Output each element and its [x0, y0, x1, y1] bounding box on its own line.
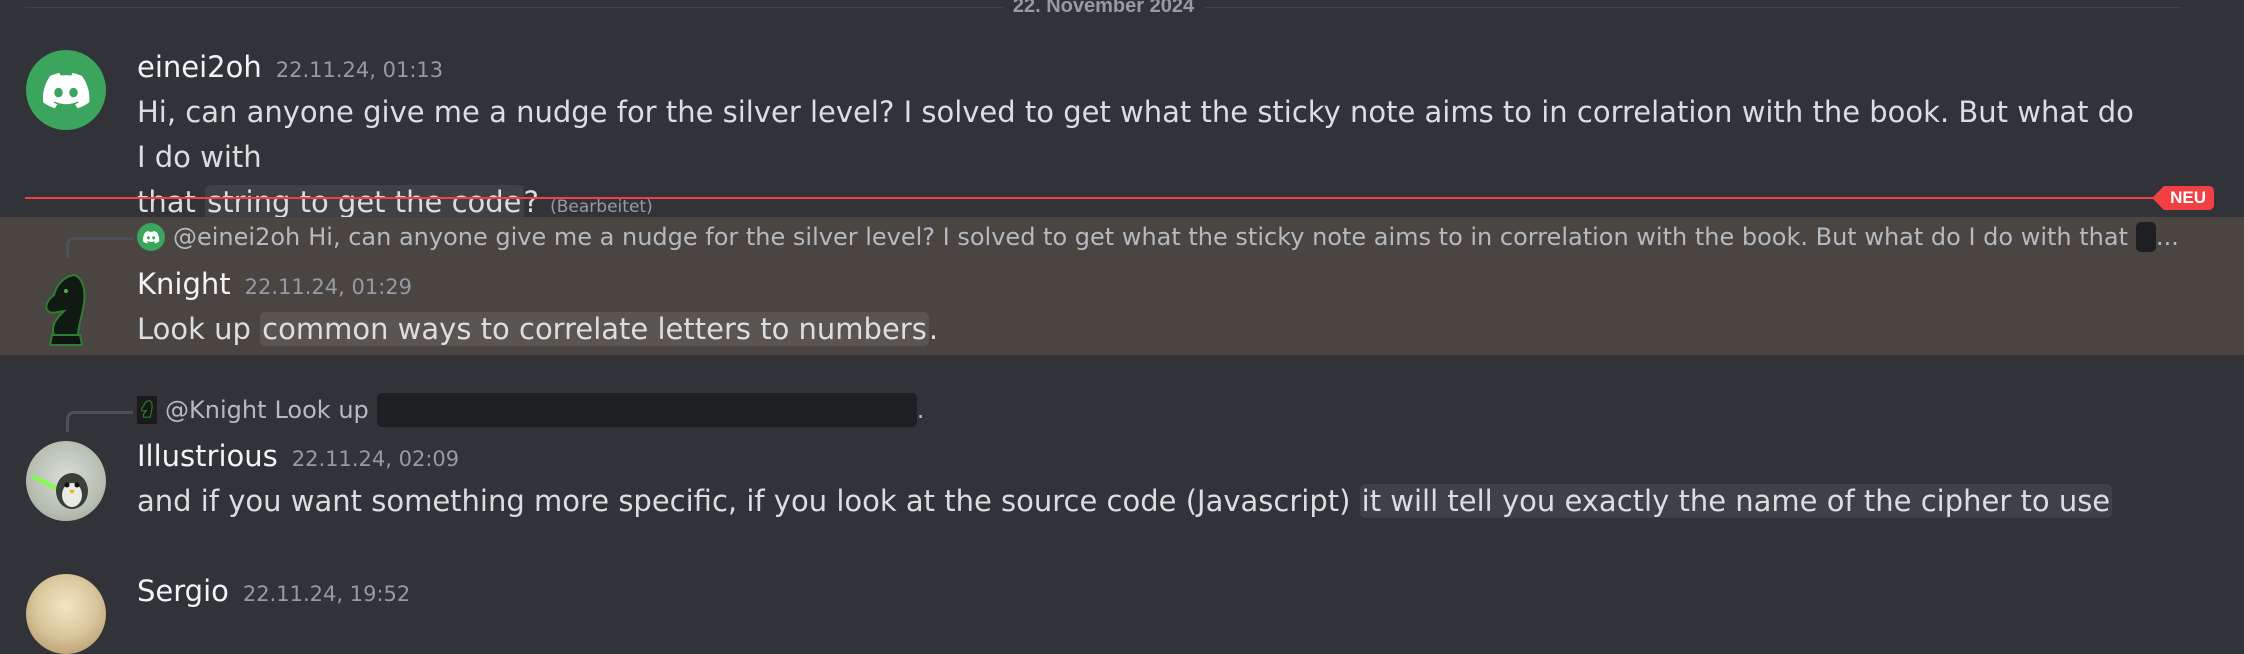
- message-einei2oh[interactable]: einei2oh 22.11.24, 01:13 Hi, can anyone …: [0, 50, 2244, 219]
- avatar[interactable]: [26, 441, 106, 521]
- avatar[interactable]: [30, 269, 102, 349]
- message-illustrious[interactable]: @Knight Look up . Illustrious 22.11.24, …: [0, 393, 2244, 533]
- edited-indicator: (Bearbeitet): [550, 197, 653, 217]
- username[interactable]: Illustrious: [137, 439, 278, 473]
- reply-ellipsis: ...: [2156, 223, 2179, 251]
- new-messages-badge: NEU: [2152, 186, 2214, 210]
- message-text-prefix: and if you want something more specific,…: [137, 484, 1360, 518]
- timestamp[interactable]: 22.11.24, 19:52: [243, 582, 410, 606]
- reply-suffix: .: [916, 396, 925, 424]
- reply-text: Look up: [274, 396, 369, 424]
- message-text-line1: Hi, can anyone give me a nudge for the s…: [137, 95, 2134, 174]
- knight-chess-icon: [45, 273, 86, 346]
- avatar[interactable]: [26, 50, 106, 130]
- message-text: Hi, can anyone give me a nudge for the s…: [137, 90, 2144, 230]
- spoiler-revealed[interactable]: it will tell you exactly the name of the…: [1359, 484, 2113, 518]
- timestamp[interactable]: 22.11.24, 01:13: [276, 58, 443, 82]
- reply-preview[interactable]: @einei2oh Hi, can anyone give me a nudge…: [137, 220, 2184, 254]
- username[interactable]: Knight: [137, 267, 231, 301]
- reply-spine: [66, 411, 133, 432]
- message-header: Knight 22.11.24, 01:29: [137, 267, 2144, 307]
- reply-spoiler-hidden[interactable]: [2136, 222, 2156, 252]
- message-header: Sergio 22.11.24, 19:52: [137, 574, 2144, 614]
- reply-avatar: [137, 223, 165, 251]
- reply-avatar: [137, 396, 157, 424]
- discord-logo-icon: [142, 231, 160, 244]
- spoiler-revealed[interactable]: common ways to correlate letters to numb…: [260, 312, 929, 346]
- message-knight[interactable]: @einei2oh Hi, can anyone give me a nudge…: [0, 217, 2244, 355]
- reply-preview[interactable]: @Knight Look up .: [137, 393, 2184, 427]
- new-messages-divider: [25, 197, 2214, 199]
- timestamp[interactable]: 22.11.24, 01:29: [245, 275, 412, 299]
- message-sergio[interactable]: Sergio 22.11.24, 19:52: [0, 574, 2244, 654]
- penguin-lightsaber-icon: [32, 473, 88, 509]
- timestamp[interactable]: 22.11.24, 02:09: [292, 447, 459, 471]
- reply-username[interactable]: @Knight: [165, 396, 266, 424]
- message-text-suffix: ?: [523, 185, 539, 219]
- message-header: Illustrious 22.11.24, 02:09: [137, 439, 2144, 479]
- reply-username[interactable]: @einei2oh: [173, 223, 300, 251]
- date-divider: 22. November 2024: [25, 0, 2182, 18]
- username[interactable]: Sergio: [137, 574, 229, 608]
- message-text-prefix: that: [137, 185, 206, 219]
- date-divider-label: 22. November 2024: [1002, 0, 1205, 18]
- reply-spoiler-hidden[interactable]: [376, 393, 917, 427]
- message-text: Look up common ways to correlate letters…: [137, 307, 2144, 352]
- reply-spine: [66, 237, 133, 258]
- discord-logo-icon: [42, 73, 90, 109]
- reply-text: Hi, can anyone give me a nudge for the s…: [308, 223, 2128, 251]
- message-text-suffix: .: [928, 312, 939, 346]
- knight-chess-icon: [141, 399, 153, 418]
- spoiler-revealed[interactable]: string to get the code: [205, 185, 524, 219]
- username[interactable]: einei2oh: [137, 50, 262, 84]
- message-text: and if you want something more specific,…: [137, 479, 2144, 524]
- message-text-prefix: Look up: [137, 312, 261, 346]
- message-header: einei2oh 22.11.24, 01:13: [137, 50, 2144, 90]
- avatar[interactable]: [26, 574, 106, 654]
